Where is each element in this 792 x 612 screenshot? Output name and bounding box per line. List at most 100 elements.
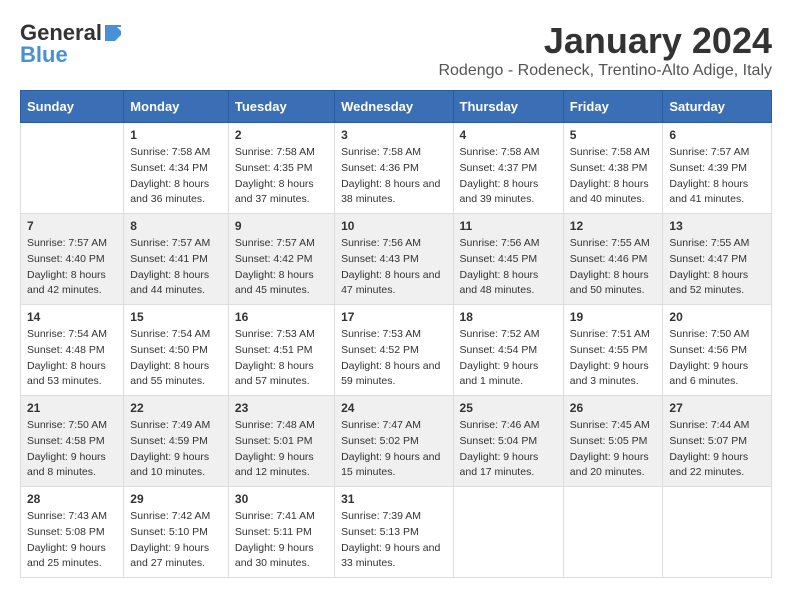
day-number: 8 [130, 219, 222, 233]
day-info: Sunrise: 7:39 AMSunset: 5:13 PMDaylight:… [341, 509, 446, 572]
calendar-cell: 27 Sunrise: 7:44 AMSunset: 5:07 PMDayligh… [663, 396, 772, 487]
calendar-cell: 3 Sunrise: 7:58 AMSunset: 4:36 PMDaylight… [335, 123, 453, 214]
calendar-cell: 23 Sunrise: 7:48 AMSunset: 5:01 PMDayligh… [228, 396, 334, 487]
day-info: Sunrise: 7:45 AMSunset: 5:05 PMDaylight:… [570, 418, 657, 481]
calendar-header: SundayMondayTuesdayWednesdayThursdayFrid… [21, 91, 772, 123]
calendar-cell: 22Sunrise: 7:49 AMSunset: 4:59 PMDayligh… [124, 396, 229, 487]
day-number: 25 [460, 401, 557, 415]
day-number: 29 [130, 492, 222, 506]
calendar-cell: 28 Sunrise: 7:43 AMSunset: 5:08 PMDayligh… [21, 487, 124, 578]
day-info: Sunrise: 7:43 AMSunset: 5:08 PMDaylight:… [27, 509, 117, 572]
calendar-week-2: 7 Sunrise: 7:57 AMSunset: 4:40 PMDaylight… [21, 214, 772, 305]
day-info: Sunrise: 7:50 AMSunset: 4:56 PMDaylight:… [669, 327, 765, 390]
day-info: Sunrise: 7:44 AMSunset: 5:07 PMDaylight:… [669, 418, 765, 481]
day-info: Sunrise: 7:53 AMSunset: 4:52 PMDaylight:… [341, 327, 446, 390]
day-number: 27 [669, 401, 765, 415]
calendar-body: 1 Sunrise: 7:58 AMSunset: 4:34 PMDaylight… [21, 123, 772, 578]
day-number: 6 [669, 128, 765, 142]
day-number: 4 [460, 128, 557, 142]
calendar-cell: 7 Sunrise: 7:57 AMSunset: 4:40 PMDaylight… [21, 214, 124, 305]
day-number: 19 [570, 310, 657, 324]
day-number: 14 [27, 310, 117, 324]
calendar-table: SundayMondayTuesdayWednesdayThursdayFrid… [20, 90, 772, 578]
calendar-cell: 1 Sunrise: 7:58 AMSunset: 4:34 PMDaylight… [124, 123, 229, 214]
header-monday: Monday [124, 91, 229, 123]
header-wednesday: Wednesday [335, 91, 453, 123]
day-number: 12 [570, 219, 657, 233]
day-number: 30 [235, 492, 328, 506]
calendar-week-5: 28 Sunrise: 7:43 AMSunset: 5:08 PMDayligh… [21, 487, 772, 578]
calendar-week-4: 21 Sunrise: 7:50 AMSunset: 4:58 PMDayligh… [21, 396, 772, 487]
day-number: 11 [460, 219, 557, 233]
day-info: Sunrise: 7:58 AMSunset: 4:34 PMDaylight:… [130, 145, 222, 208]
day-number: 17 [341, 310, 446, 324]
day-number: 28 [27, 492, 117, 506]
day-number: 10 [341, 219, 446, 233]
day-number: 22 [130, 401, 222, 415]
day-number: 20 [669, 310, 765, 324]
day-info: Sunrise: 7:54 AMSunset: 4:50 PMDaylight:… [130, 327, 222, 390]
day-info: Sunrise: 7:58 AMSunset: 4:35 PMDaylight:… [235, 145, 328, 208]
day-number: 3 [341, 128, 446, 142]
day-info: Sunrise: 7:56 AMSunset: 4:43 PMDaylight:… [341, 236, 446, 299]
day-number: 7 [27, 219, 117, 233]
header-tuesday: Tuesday [228, 91, 334, 123]
day-number: 9 [235, 219, 328, 233]
calendar-cell: 8 Sunrise: 7:57 AMSunset: 4:41 PMDaylight… [124, 214, 229, 305]
day-number: 2 [235, 128, 328, 142]
day-number: 24 [341, 401, 446, 415]
day-number: 1 [130, 128, 222, 142]
calendar-cell: 26Sunrise: 7:45 AMSunset: 5:05 PMDayligh… [563, 396, 663, 487]
day-number: 23 [235, 401, 328, 415]
day-info: Sunrise: 7:56 AMSunset: 4:45 PMDaylight:… [460, 236, 557, 299]
day-info: Sunrise: 7:50 AMSunset: 4:58 PMDaylight:… [27, 418, 117, 481]
calendar-cell: 24 Sunrise: 7:47 AMSunset: 5:02 PMDayligh… [335, 396, 453, 487]
day-info: Sunrise: 7:57 AMSunset: 4:40 PMDaylight:… [27, 236, 117, 299]
day-info: Sunrise: 7:55 AMSunset: 4:46 PMDaylight:… [570, 236, 657, 299]
day-info: Sunrise: 7:55 AMSunset: 4:47 PMDaylight:… [669, 236, 765, 299]
calendar-cell [563, 487, 663, 578]
day-info: Sunrise: 7:48 AMSunset: 5:01 PMDaylight:… [235, 418, 328, 481]
calendar-cell: 29 Sunrise: 7:42 AMSunset: 5:10 PMDayligh… [124, 487, 229, 578]
day-info: Sunrise: 7:53 AMSunset: 4:51 PMDaylight:… [235, 327, 328, 390]
day-info: Sunrise: 7:58 AMSunset: 4:36 PMDaylight:… [341, 145, 446, 208]
calendar-cell: 13Sunrise: 7:55 AMSunset: 4:47 PMDayligh… [663, 214, 772, 305]
calendar-cell: 20 Sunrise: 7:50 AMSunset: 4:56 PMDayligh… [663, 305, 772, 396]
logo-icon [103, 23, 123, 43]
calendar-cell [21, 123, 124, 214]
title-area: January 2024 Rodengo - Rodeneck, Trentin… [438, 20, 772, 80]
day-number: 31 [341, 492, 446, 506]
calendar-cell: 25Sunrise: 7:46 AMSunset: 5:04 PMDayligh… [453, 396, 563, 487]
day-info: Sunrise: 7:58 AMSunset: 4:37 PMDaylight:… [460, 145, 557, 208]
day-info: Sunrise: 7:57 AMSunset: 4:41 PMDaylight:… [130, 236, 222, 299]
calendar-week-3: 14Sunrise: 7:54 AMSunset: 4:48 PMDayligh… [21, 305, 772, 396]
calendar-cell: 11 Sunrise: 7:56 AMSunset: 4:45 PMDayligh… [453, 214, 563, 305]
day-info: Sunrise: 7:47 AMSunset: 5:02 PMDaylight:… [341, 418, 446, 481]
day-info: Sunrise: 7:57 AMSunset: 4:39 PMDaylight:… [669, 145, 765, 208]
day-number: 21 [27, 401, 117, 415]
day-info: Sunrise: 7:58 AMSunset: 4:38 PMDaylight:… [570, 145, 657, 208]
calendar-cell: 9 Sunrise: 7:57 AMSunset: 4:42 PMDaylight… [228, 214, 334, 305]
calendar-cell: 18Sunrise: 7:52 AMSunset: 4:54 PMDayligh… [453, 305, 563, 396]
day-info: Sunrise: 7:57 AMSunset: 4:42 PMDaylight:… [235, 236, 328, 299]
calendar-cell: 14Sunrise: 7:54 AMSunset: 4:48 PMDayligh… [21, 305, 124, 396]
header-friday: Friday [563, 91, 663, 123]
calendar-cell: 17 Sunrise: 7:53 AMSunset: 4:52 PMDayligh… [335, 305, 453, 396]
header-thursday: Thursday [453, 91, 563, 123]
logo-blue-text: Blue [20, 42, 68, 68]
header-sunday: Sunday [21, 91, 124, 123]
day-number: 5 [570, 128, 657, 142]
calendar-cell: 31 Sunrise: 7:39 AMSunset: 5:13 PMDayligh… [335, 487, 453, 578]
calendar-cell: 30Sunrise: 7:41 AMSunset: 5:11 PMDayligh… [228, 487, 334, 578]
calendar-cell: 15Sunrise: 7:54 AMSunset: 4:50 PMDayligh… [124, 305, 229, 396]
calendar-cell: 16Sunrise: 7:53 AMSunset: 4:51 PMDayligh… [228, 305, 334, 396]
day-info: Sunrise: 7:52 AMSunset: 4:54 PMDaylight:… [460, 327, 557, 390]
calendar-cell: 5 Sunrise: 7:58 AMSunset: 4:38 PMDaylight… [563, 123, 663, 214]
logo: General Blue [20, 20, 123, 68]
location-title: Rodengo - Rodeneck, Trentino-Alto Adige,… [438, 62, 772, 80]
day-info: Sunrise: 7:51 AMSunset: 4:55 PMDaylight:… [570, 327, 657, 390]
calendar-cell [453, 487, 563, 578]
calendar-week-1: 1 Sunrise: 7:58 AMSunset: 4:34 PMDaylight… [21, 123, 772, 214]
calendar-cell: 21 Sunrise: 7:50 AMSunset: 4:58 PMDayligh… [21, 396, 124, 487]
day-info: Sunrise: 7:42 AMSunset: 5:10 PMDaylight:… [130, 509, 222, 572]
